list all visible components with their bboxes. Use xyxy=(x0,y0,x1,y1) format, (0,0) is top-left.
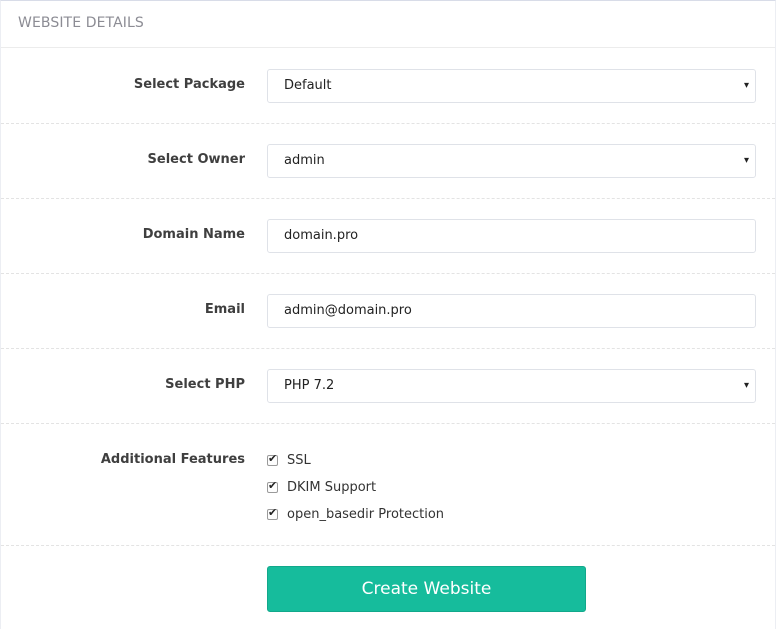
email-value: admin@domain.pro xyxy=(284,303,412,318)
owner-label: Select Owner xyxy=(147,152,245,167)
chevron-down-icon: ▾ xyxy=(743,80,749,91)
create-website-button[interactable]: Create Website xyxy=(267,566,586,612)
php-label: Select PHP xyxy=(165,377,245,392)
package-select-value: Default xyxy=(284,78,332,93)
dkim-checkbox[interactable]: ✔ xyxy=(267,478,278,493)
row-divider xyxy=(1,198,775,199)
chevron-down-icon: ▾ xyxy=(743,380,749,391)
open-basedir-option[interactable]: ✔ open_basedir Protection xyxy=(267,506,444,522)
row-divider xyxy=(1,545,775,546)
check-icon: ✔ xyxy=(268,478,278,492)
row-divider xyxy=(1,348,775,349)
domain-name-input[interactable]: domain.pro xyxy=(267,219,756,253)
package-select[interactable]: Default ▾ xyxy=(267,69,756,103)
ssl-checkbox[interactable]: ✔ xyxy=(267,451,278,466)
row-divider xyxy=(1,273,775,274)
domain-label: Domain Name xyxy=(142,227,245,242)
website-details-panel: WEBSITE DETAILS Select Package Default ▾… xyxy=(0,0,776,629)
panel-title: WEBSITE DETAILS xyxy=(18,15,144,31)
open-basedir-checkbox[interactable]: ✔ xyxy=(267,505,278,520)
email-label: Email xyxy=(204,302,245,317)
domain-name-value: domain.pro xyxy=(284,228,359,243)
owner-select-value: admin xyxy=(284,153,325,168)
row-divider xyxy=(1,123,775,124)
dkim-option[interactable]: ✔ DKIM Support xyxy=(267,479,376,495)
package-label: Select Package xyxy=(133,77,245,92)
owner-select[interactable]: admin ▾ xyxy=(267,144,756,178)
ssl-label: SSL xyxy=(287,452,311,468)
row-divider xyxy=(1,423,775,424)
php-select[interactable]: PHP 7.2 ▾ xyxy=(267,369,756,403)
additional-features-label: Additional Features xyxy=(100,452,245,467)
ssl-option[interactable]: ✔ SSL xyxy=(267,452,311,468)
open-basedir-label: open_basedir Protection xyxy=(287,506,445,522)
php-select-value: PHP 7.2 xyxy=(284,378,335,393)
dkim-label: DKIM Support xyxy=(287,479,377,495)
check-icon: ✔ xyxy=(268,505,278,519)
check-icon: ✔ xyxy=(268,451,278,465)
title-divider xyxy=(1,47,775,48)
chevron-down-icon: ▾ xyxy=(743,155,749,166)
email-input[interactable]: admin@domain.pro xyxy=(267,294,756,328)
